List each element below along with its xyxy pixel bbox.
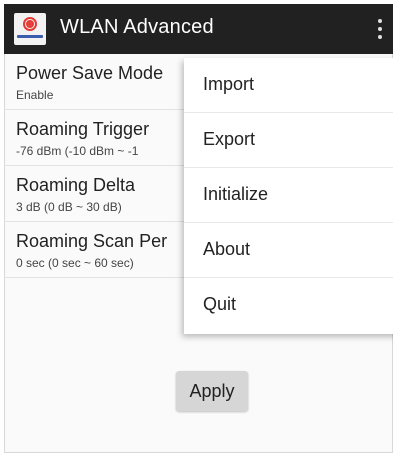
app-window: WLAN Advanced Power Save Mode Enable Roa…: [4, 4, 393, 453]
setting-value: Enable: [16, 88, 54, 102]
app-title: WLAN Advanced: [60, 16, 214, 38]
apply-area: Apply: [4, 358, 393, 428]
setting-value: -76 dBm (-10 dBm ~ -1: [16, 144, 139, 158]
wlan-app-icon: [14, 13, 46, 45]
setting-title: Power Save Mode: [16, 63, 164, 83]
menu-item-export[interactable]: Export: [184, 113, 393, 168]
menu-item-about[interactable]: About: [184, 223, 393, 278]
menu-item-quit[interactable]: Quit: [184, 278, 393, 333]
setting-title: Roaming Delta: [16, 175, 136, 195]
menu-item-import[interactable]: Import: [184, 58, 393, 113]
setting-title: Roaming Trigger: [16, 119, 150, 139]
apply-button[interactable]: Apply: [176, 371, 248, 411]
menu-item-initialize[interactable]: Initialize: [184, 168, 393, 223]
more-vert-icon[interactable]: [375, 16, 385, 42]
action-bar: WLAN Advanced: [4, 4, 393, 54]
setting-value: 0 sec (0 sec ~ 60 sec): [16, 256, 134, 270]
setting-title: Roaming Scan Per: [16, 231, 168, 251]
overflow-menu: Import Export Initialize About Quit: [184, 58, 393, 334]
setting-value: 3 dB (0 dB ~ 30 dB): [16, 200, 122, 214]
